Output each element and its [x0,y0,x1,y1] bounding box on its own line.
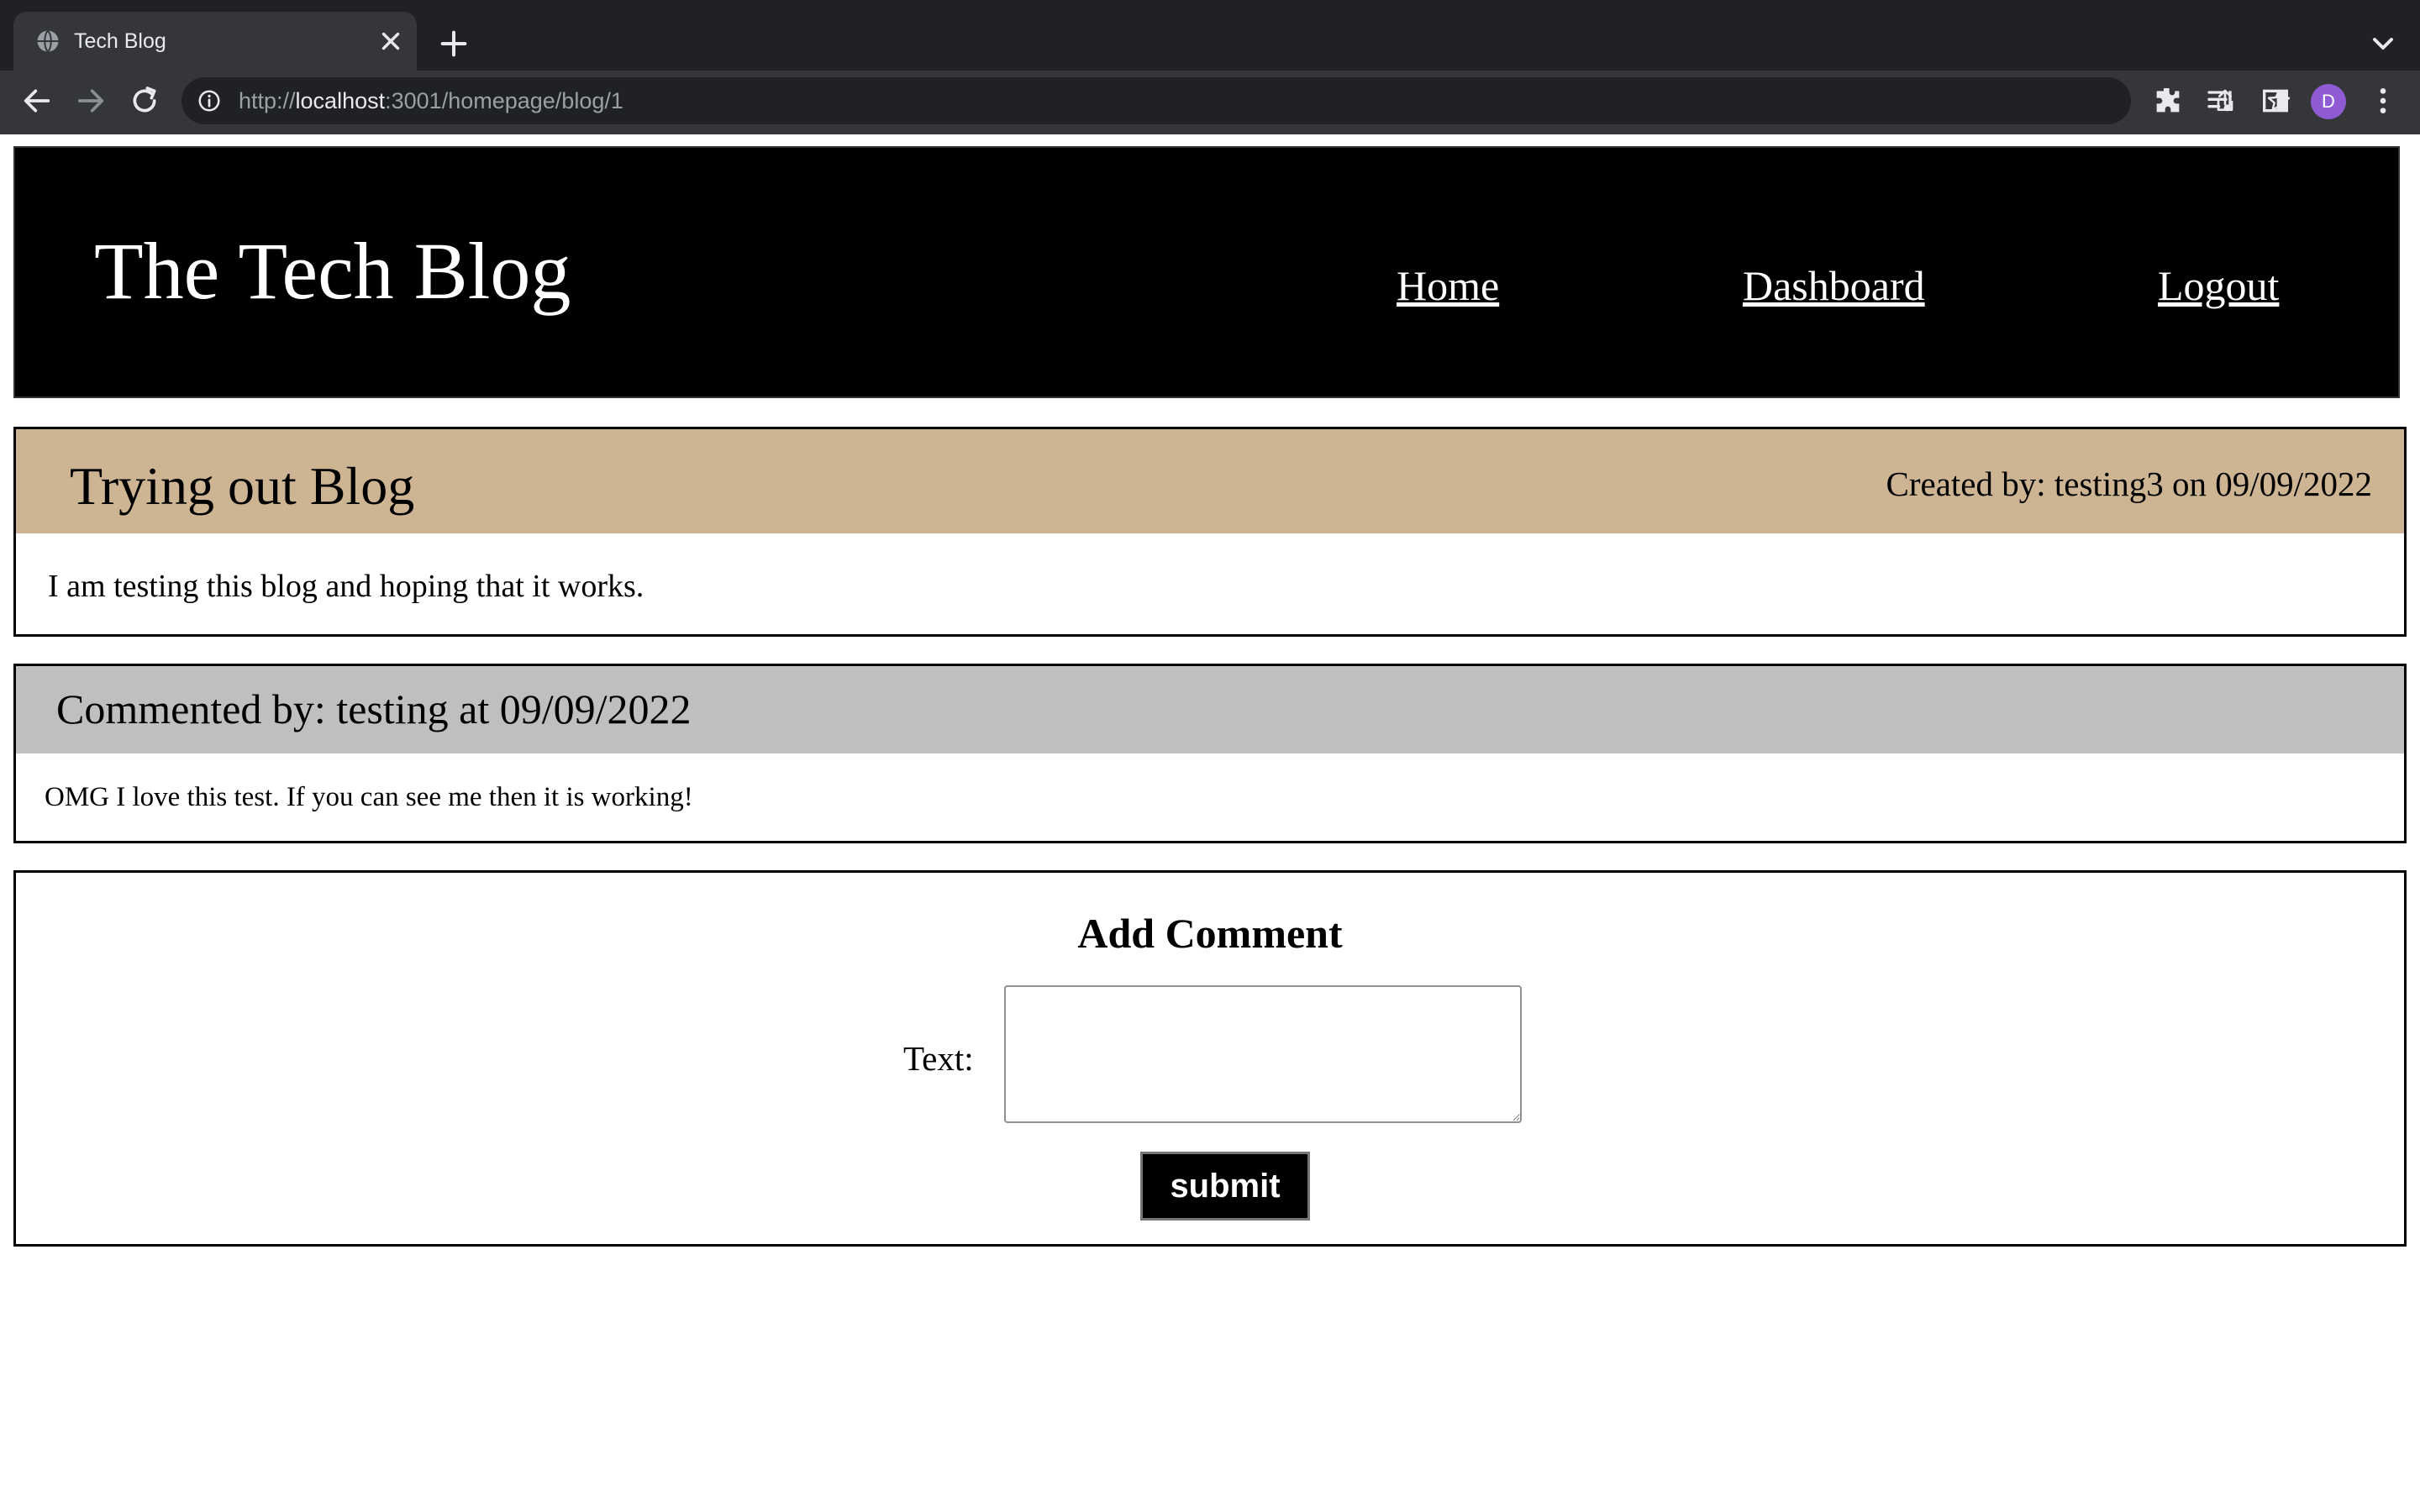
comment-card: Commented by: testing at 09/09/2022 OMG … [13,664,2407,843]
blog-post-title: Trying out Blog [70,456,415,516]
blog-post-header: Trying out Blog Created by: testing3 on … [16,429,2404,533]
more-icon[interactable] [2366,84,2400,118]
comment-text-label: Text: [903,1039,974,1078]
nav-home-link[interactable]: Home [1397,260,1499,311]
blog-post-body: I am testing this blog and hoping that i… [48,569,644,604]
browser-toolbar: http://localhost:3001/homepage/blog/1 D [0,71,2420,131]
add-comment-heading: Add Comment [1077,910,1343,957]
comment-author: Commented by: testing at 09/09/2022 [56,685,692,732]
media-icon[interactable] [2205,84,2238,118]
url-host: localhost [295,88,386,113]
info-icon[interactable] [197,88,222,113]
url-text: http://localhost:3001/homepage/blog/1 [239,88,623,113]
profile-avatar[interactable]: D [2311,84,2346,119]
forward-icon[interactable] [74,84,108,118]
chrome-divider [0,131,2420,134]
browser-tabstrip: Tech Blog [0,0,2420,71]
comment-body: OMG I love this test. If you can see me … [45,782,693,812]
submit-button[interactable]: submit [1140,1152,1310,1221]
nav-logout-link[interactable]: Logout [2158,260,2279,311]
add-comment-form: Add Comment Text: submit [13,870,2407,1247]
url-scheme: http:// [239,88,296,113]
side-panel-icon[interactable] [2259,84,2292,118]
comment-header: Commented by: testing at 09/09/2022 [16,666,2404,753]
back-icon[interactable] [20,84,54,118]
address-bar[interactable]: http://localhost:3001/homepage/blog/1 [182,77,2291,124]
close-icon[interactable] [376,27,405,55]
tab-title: Tech Blog [74,29,166,53]
extensions-icon[interactable] [2151,84,2185,118]
chevron-down-icon[interactable] [2366,27,2400,60]
comment-text-input[interactable] [1004,985,1522,1123]
browser-tab[interactable]: Tech Blog [13,12,417,71]
nav-dashboard-link[interactable]: Dashboard [1743,260,1925,311]
globe-icon [37,29,59,53]
blog-post-card: Trying out Blog Created by: testing3 on … [13,427,2407,637]
site-header: The Tech Blog Home Dashboard Logout [13,146,2400,398]
new-tab-icon[interactable] [437,27,471,60]
blog-post-meta: Created by: testing3 on 09/09/2022 [1886,465,2372,503]
reload-icon[interactable] [128,84,161,118]
url-path: :3001/homepage/blog/1 [385,88,623,113]
site-title: The Tech Blog [94,226,571,316]
